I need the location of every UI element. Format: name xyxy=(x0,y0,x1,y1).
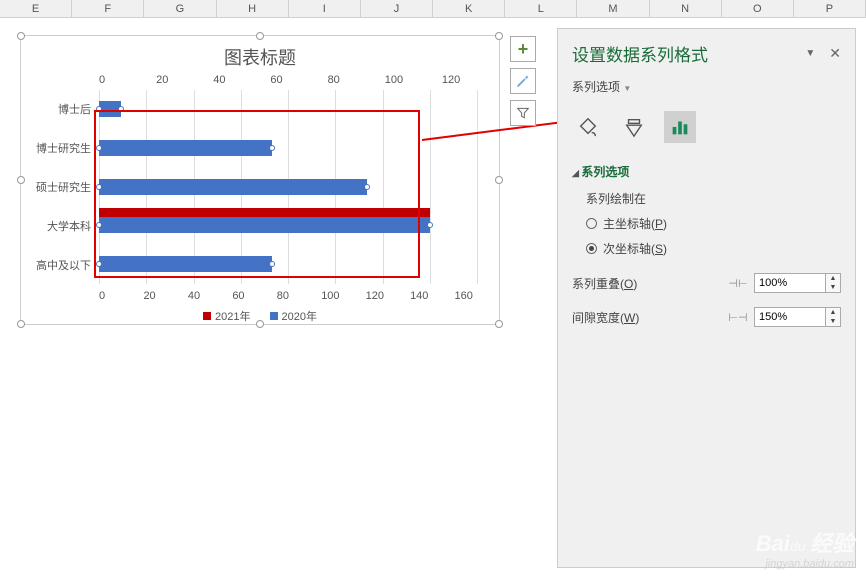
series-options-dropdown[interactable]: 系列选项 ▼ xyxy=(558,74,855,105)
spinner[interactable]: ▲▼ xyxy=(826,307,841,327)
tick: 100 xyxy=(385,74,442,86)
column-headers: E F G H I J K L M N O P xyxy=(0,0,866,18)
format-data-series-pane: 设置数据系列格式 ▼ ✕ 系列选项 ▼ 系列选项 系列绘制在 主坐标轴(P) 次… xyxy=(557,28,856,568)
chart-filter-button[interactable] xyxy=(510,100,536,126)
effects-icon[interactable] xyxy=(618,111,650,143)
pane-title: 设置数据系列格式 xyxy=(572,41,799,66)
col-header[interactable]: H xyxy=(217,0,289,17)
bar-2020[interactable] xyxy=(99,101,121,117)
col-header[interactable]: E xyxy=(0,0,72,17)
secondary-x-axis[interactable]: 0 20 40 60 80 100 120 xyxy=(21,74,499,86)
series-overlap-input[interactable] xyxy=(754,273,826,293)
chart-title[interactable]: 图表标题 xyxy=(21,36,499,74)
chart-elements-button[interactable]: + xyxy=(510,36,536,62)
y-label: 硕士研究生 xyxy=(36,179,91,195)
fill-line-icon[interactable] xyxy=(572,111,604,143)
tick: 40 xyxy=(213,74,270,86)
col-header[interactable]: M xyxy=(577,0,649,17)
plot-area[interactable] xyxy=(99,90,477,284)
tick: 60 xyxy=(270,74,327,86)
col-header[interactable]: L xyxy=(505,0,577,17)
col-header[interactable]: K xyxy=(433,0,505,17)
pane-options-dropdown[interactable]: ▼ xyxy=(805,48,815,59)
category-axis[interactable]: 博士后 博士研究生 硕士研究生 大学本科 高中及以下 xyxy=(21,90,99,284)
series-overlap-label: 系列重叠(O) xyxy=(572,275,728,292)
gap-width-input[interactable] xyxy=(754,307,826,327)
series-options-section[interactable]: 系列选项 xyxy=(558,157,855,186)
plot-on-label: 系列绘制在 xyxy=(558,186,855,211)
col-header[interactable]: F xyxy=(72,0,144,17)
tick: 80 xyxy=(328,74,385,86)
radio-icon xyxy=(586,243,597,254)
chart-styles-button[interactable] xyxy=(510,68,536,94)
y-label: 博士后 xyxy=(58,101,91,117)
tick: 20 xyxy=(143,290,187,302)
y-label: 大学本科 xyxy=(47,218,91,234)
secondary-axis-radio[interactable]: 次坐标轴(S) xyxy=(558,236,855,261)
col-header[interactable]: N xyxy=(650,0,722,17)
col-header[interactable]: P xyxy=(794,0,866,17)
legend-item-2021[interactable]: 2021年 xyxy=(203,308,250,324)
col-header[interactable]: I xyxy=(289,0,361,17)
bar-2020[interactable] xyxy=(99,256,272,272)
col-header[interactable]: G xyxy=(144,0,216,17)
chart-side-tools: + xyxy=(510,36,536,132)
tick: 160 xyxy=(455,290,499,302)
spinner[interactable]: ▲▼ xyxy=(826,273,841,293)
gap-width-label: 间隙宽度(W) xyxy=(572,309,728,326)
tick: 0 xyxy=(99,290,143,302)
y-label: 博士研究生 xyxy=(36,140,91,156)
col-header[interactable]: J xyxy=(361,0,433,17)
tick: 140 xyxy=(410,290,454,302)
legend-item-2020[interactable]: 2020年 xyxy=(270,308,317,324)
tick: 20 xyxy=(156,74,213,86)
tick: 120 xyxy=(442,74,499,86)
tick: 0 xyxy=(99,74,156,86)
tick: 80 xyxy=(277,290,321,302)
col-header[interactable]: O xyxy=(722,0,794,17)
close-icon[interactable]: ✕ xyxy=(829,45,841,62)
tick: 40 xyxy=(188,290,232,302)
bar-2020[interactable] xyxy=(99,179,367,195)
slider-icon[interactable]: ⊣⊢ xyxy=(728,277,748,290)
tick: 120 xyxy=(366,290,410,302)
series-options-icon[interactable] xyxy=(664,111,696,143)
bar-2020[interactable] xyxy=(99,217,430,233)
slider-icon[interactable]: ⊢⊣ xyxy=(728,311,748,324)
radio-icon xyxy=(586,218,597,229)
tick: 60 xyxy=(232,290,276,302)
tick: 100 xyxy=(321,290,365,302)
bar-2020[interactable] xyxy=(99,140,272,156)
watermark: Baidu 经验 jingyan.baidu.com xyxy=(756,526,854,570)
primary-axis-radio[interactable]: 主坐标轴(P) xyxy=(558,211,855,236)
chart-object[interactable]: 图表标题 0 20 40 60 80 100 120 博士后 博士研究生 硕士研… xyxy=(20,35,500,325)
primary-x-axis[interactable]: 0 20 40 60 80 100 120 140 160 xyxy=(21,290,499,302)
y-label: 高中及以下 xyxy=(36,257,91,273)
